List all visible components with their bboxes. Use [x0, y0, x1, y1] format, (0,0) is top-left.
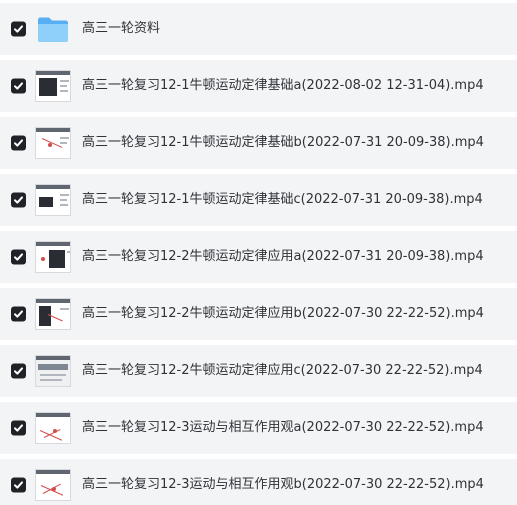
checked-checkbox[interactable]: [11, 78, 26, 94]
file-name[interactable]: 高三一轮复习12-2牛顿运动定律应用b(2022-07-30 22-22-52)…: [82, 306, 484, 322]
file-name[interactable]: 高三一轮复习12-3运动与相互作用观b(2022-07-30 22-22-52)…: [82, 477, 484, 493]
file-name[interactable]: 高三一轮复习12-3运动与相互作用观a(2022-07-30 22-22-52)…: [82, 420, 484, 436]
video-thumbnail-icon: [35, 355, 71, 387]
checkmark-icon: [14, 310, 23, 318]
checked-checkbox[interactable]: [11, 249, 26, 265]
checked-checkbox[interactable]: [11, 477, 26, 493]
checked-checkbox[interactable]: [11, 420, 26, 436]
checkmark-icon: [14, 481, 23, 489]
list-item[interactable]: 高三一轮复习12-2牛顿运动定律应用b(2022-07-30 22-22-52)…: [0, 288, 517, 340]
checkmark-icon: [14, 367, 23, 375]
list-item[interactable]: 高三一轮复习12-3运动与相互作用观a(2022-07-30 22-22-52)…: [0, 402, 517, 454]
checked-checkbox[interactable]: [11, 135, 26, 151]
checkmark-icon: [14, 196, 23, 204]
video-thumbnail-icon: [35, 469, 71, 501]
checked-checkbox[interactable]: [11, 306, 26, 322]
list-item[interactable]: 高三一轮复习12-1牛顿运动定律基础c(2022-07-31 20-09-38)…: [0, 174, 517, 226]
list-item[interactable]: 高三一轮复习12-3运动与相互作用观b(2022-07-30 22-22-52)…: [0, 459, 517, 505]
file-name[interactable]: 高三一轮复习12-1牛顿运动定律基础b(2022-07-31 20-09-38)…: [82, 135, 484, 151]
checkmark-icon: [14, 424, 23, 432]
list-item[interactable]: 高三一轮复习12-1牛顿运动定律基础a(2022-08-02 12-31-04)…: [0, 60, 517, 112]
video-thumbnail-icon: [35, 70, 71, 102]
checkmark-icon: [14, 253, 23, 261]
list-item[interactable]: 高三一轮资料: [0, 3, 517, 55]
folder-icon: [35, 11, 71, 47]
file-name[interactable]: 高三一轮复习12-1牛顿运动定律基础a(2022-08-02 12-31-04)…: [82, 78, 484, 94]
video-thumbnail-icon: [35, 184, 71, 216]
file-name[interactable]: 高三一轮资料: [82, 21, 160, 37]
video-thumbnail-icon: [35, 412, 71, 444]
file-name[interactable]: 高三一轮复习12-2牛顿运动定律应用a(2022-07-31 20-09-38)…: [82, 249, 484, 265]
video-thumbnail-icon: [35, 127, 71, 159]
list-item[interactable]: 高三一轮复习12-2牛顿运动定律应用c(2022-07-30 22-22-52)…: [0, 345, 517, 397]
list-item[interactable]: 高三一轮复习12-2牛顿运动定律应用a(2022-07-31 20-09-38)…: [0, 231, 517, 283]
checkmark-icon: [14, 25, 23, 33]
file-list: 高三一轮资料 高三一轮复习12-1牛顿运动定律基础a(2022-08-02 12…: [0, 0, 517, 505]
file-name[interactable]: 高三一轮复习12-1牛顿运动定律基础c(2022-07-31 20-09-38)…: [82, 192, 483, 208]
checked-checkbox[interactable]: [11, 21, 26, 37]
list-item[interactable]: 高三一轮复习12-1牛顿运动定律基础b(2022-07-31 20-09-38)…: [0, 117, 517, 169]
checked-checkbox[interactable]: [11, 192, 26, 208]
checked-checkbox[interactable]: [11, 363, 26, 379]
file-name[interactable]: 高三一轮复习12-2牛顿运动定律应用c(2022-07-30 22-22-52)…: [82, 363, 483, 379]
checkmark-icon: [14, 82, 23, 90]
checkmark-icon: [14, 139, 23, 147]
video-thumbnail-icon: [35, 241, 71, 273]
video-thumbnail-icon: [35, 298, 71, 330]
